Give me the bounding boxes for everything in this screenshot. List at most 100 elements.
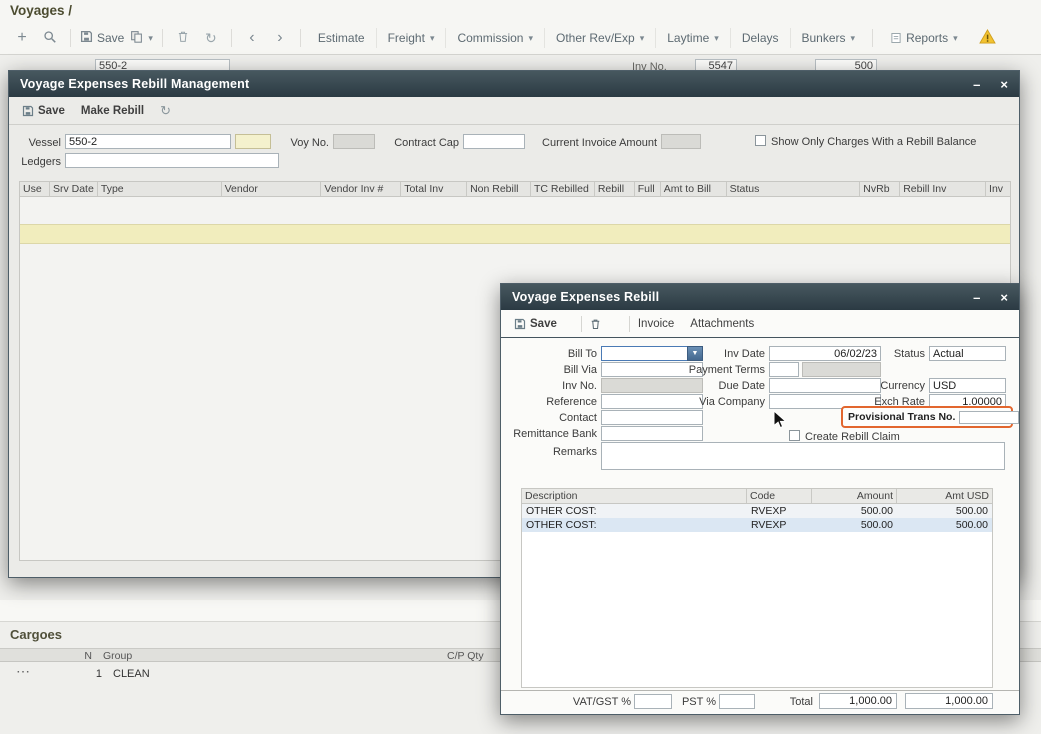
save-icon [80,30,93,46]
chevron-down-icon: ▾ [953,33,958,44]
add-button[interactable]: + [11,26,33,50]
inv-date-input[interactable] [769,346,881,361]
menu-label: Laytime [667,31,709,45]
line-items-header: Description Code Amount Amt USD [522,489,992,504]
minimize-button[interactable]: – [973,291,980,304]
contact-input[interactable] [601,410,703,425]
col-type[interactable]: Type [98,182,222,196]
col-total-inv[interactable]: Total Inv [401,182,467,196]
forward-button[interactable]: › [269,26,291,50]
remarks-textarea[interactable] [601,442,1005,470]
vessel-input[interactable] [65,134,231,149]
reference-label: Reference [509,396,597,409]
cargo-row-group: CLEAN [113,668,150,680]
cell-code: RVEXP [747,519,812,531]
chevron-down-icon: ▾ [430,33,435,44]
create-rebill-claim-checkbox[interactable] [789,430,800,441]
ledgers-input[interactable] [65,153,279,168]
close-button[interactable]: × [1000,78,1008,91]
col-non-rebill[interactable]: Non Rebill [467,182,531,196]
show-only-rebill-balance-checkbox[interactable] [755,135,766,146]
col-tc-rebilled[interactable]: TC Rebilled [531,182,595,196]
col-full[interactable]: Full [635,182,661,196]
menu-bunkers[interactable]: Bunkers▾ [790,28,867,48]
col-vendor[interactable]: Vendor [222,182,322,196]
save-button[interactable]: Save [22,105,65,117]
col-vendor-inv[interactable]: Vendor Inv # [321,182,401,196]
col-rebill[interactable]: Rebill [595,182,635,196]
rebill-management-titlebar[interactable]: Voyage Expenses Rebill Management – × [9,71,1019,97]
minimize-button[interactable]: – [973,78,980,91]
save-icon [22,105,34,117]
menu-laytime[interactable]: Laytime▾ [655,28,730,48]
delete-button[interactable] [590,318,605,330]
warning-icon [979,29,996,47]
window-title: Voyage Expenses Rebill [512,290,659,304]
menu-reports[interactable]: Reports▾ [879,28,969,48]
close-button[interactable]: × [1000,291,1008,304]
provisional-trans-no-highlight: Provisional Trans No. [841,406,1013,428]
col-status[interactable]: Status [727,182,861,196]
col-rebill-inv[interactable]: Rebill Inv [900,182,986,196]
current-invoice-amount-input [661,134,701,149]
currency-input[interactable] [929,378,1006,393]
payment-terms-code-input[interactable] [769,362,799,377]
voy-no-input [333,134,375,149]
highlighted-charge-row[interactable] [20,224,1010,244]
save-button[interactable]: Save [514,318,557,330]
search-button[interactable] [39,26,61,50]
rebill-titlebar[interactable]: Voyage Expenses Rebill – × [501,284,1019,310]
mouse-cursor [773,410,787,433]
footer-divider [501,690,1019,691]
col-inv[interactable]: Inv [986,182,1010,196]
line-items-table[interactable]: Description Code Amount Amt USD OTHER CO… [521,488,993,688]
current-invoice-amount-label: Current Invoice Amount [537,137,657,150]
refresh-button[interactable]: ↻ [200,26,222,50]
save-button-label: Save [97,31,124,45]
inv-date-label: Inv Date [651,348,765,361]
col-nvrb[interactable]: NvRb [860,182,900,196]
toolbar-separator [70,29,71,47]
refresh-button[interactable]: ↻ [160,103,171,119]
make-rebill-button[interactable]: Make Rebill [81,105,144,117]
save-button[interactable]: Save [80,26,124,50]
contract-cap-input[interactable] [463,134,525,149]
window-title: Voyage Expenses Rebill Management [20,77,249,91]
validation-warning[interactable] [979,29,996,47]
contract-cap-label: Contract Cap [385,137,459,150]
copy-button[interactable]: ▾ [130,26,153,50]
menu-label: Delays [742,31,779,45]
line-item-row[interactable]: OTHER COST: RVEXP 500.00 500.00 [522,504,992,518]
invoice-tab-label: Invoice [638,318,674,330]
col-srv-date[interactable]: Srv Date [50,182,98,196]
attachments-tab[interactable]: Attachments [690,318,754,330]
row-actions-button[interactable]: ⋯ [16,663,31,680]
col-amount[interactable]: Amount [812,489,897,503]
status-input[interactable] [929,346,1006,361]
col-code[interactable]: Code [747,489,812,503]
menu-freight[interactable]: Freight ▾ [376,28,446,48]
main-toolbar: + Save ▾ ↻ ‹ › Estimate Freight ▾ Commiss… [0,22,1041,55]
remittance-bank-input[interactable] [601,426,703,441]
menu-label: Freight [388,31,425,45]
due-date-input[interactable] [769,378,881,393]
back-button[interactable]: ‹ [241,26,263,50]
menu-other-rev-exp[interactable]: Other Rev/Exp▾ [544,28,655,48]
col-use[interactable]: Use [20,182,50,196]
ledgers-label: Ledgers [17,156,61,169]
invoice-tab[interactable]: Invoice [638,318,674,330]
vessel-code-input[interactable] [235,134,271,149]
cell-description: OTHER COST: [522,519,747,531]
provisional-trans-no-input[interactable] [959,411,1019,424]
cell-description: OTHER COST: [522,505,747,517]
delete-button[interactable] [172,26,194,50]
line-item-row[interactable]: OTHER COST: RVEXP 500.00 500.00 [522,518,992,532]
menu-estimate[interactable]: Estimate [307,28,376,48]
pst-input[interactable] [719,694,755,709]
col-amt-usd[interactable]: Amt USD [897,489,992,503]
menu-commission[interactable]: Commission▾ [445,28,544,48]
col-amt-to-bill[interactable]: Amt to Bill [661,182,727,196]
menu-delays[interactable]: Delays [730,28,790,48]
col-description[interactable]: Description [522,489,747,503]
vat-gst-input[interactable] [634,694,672,709]
